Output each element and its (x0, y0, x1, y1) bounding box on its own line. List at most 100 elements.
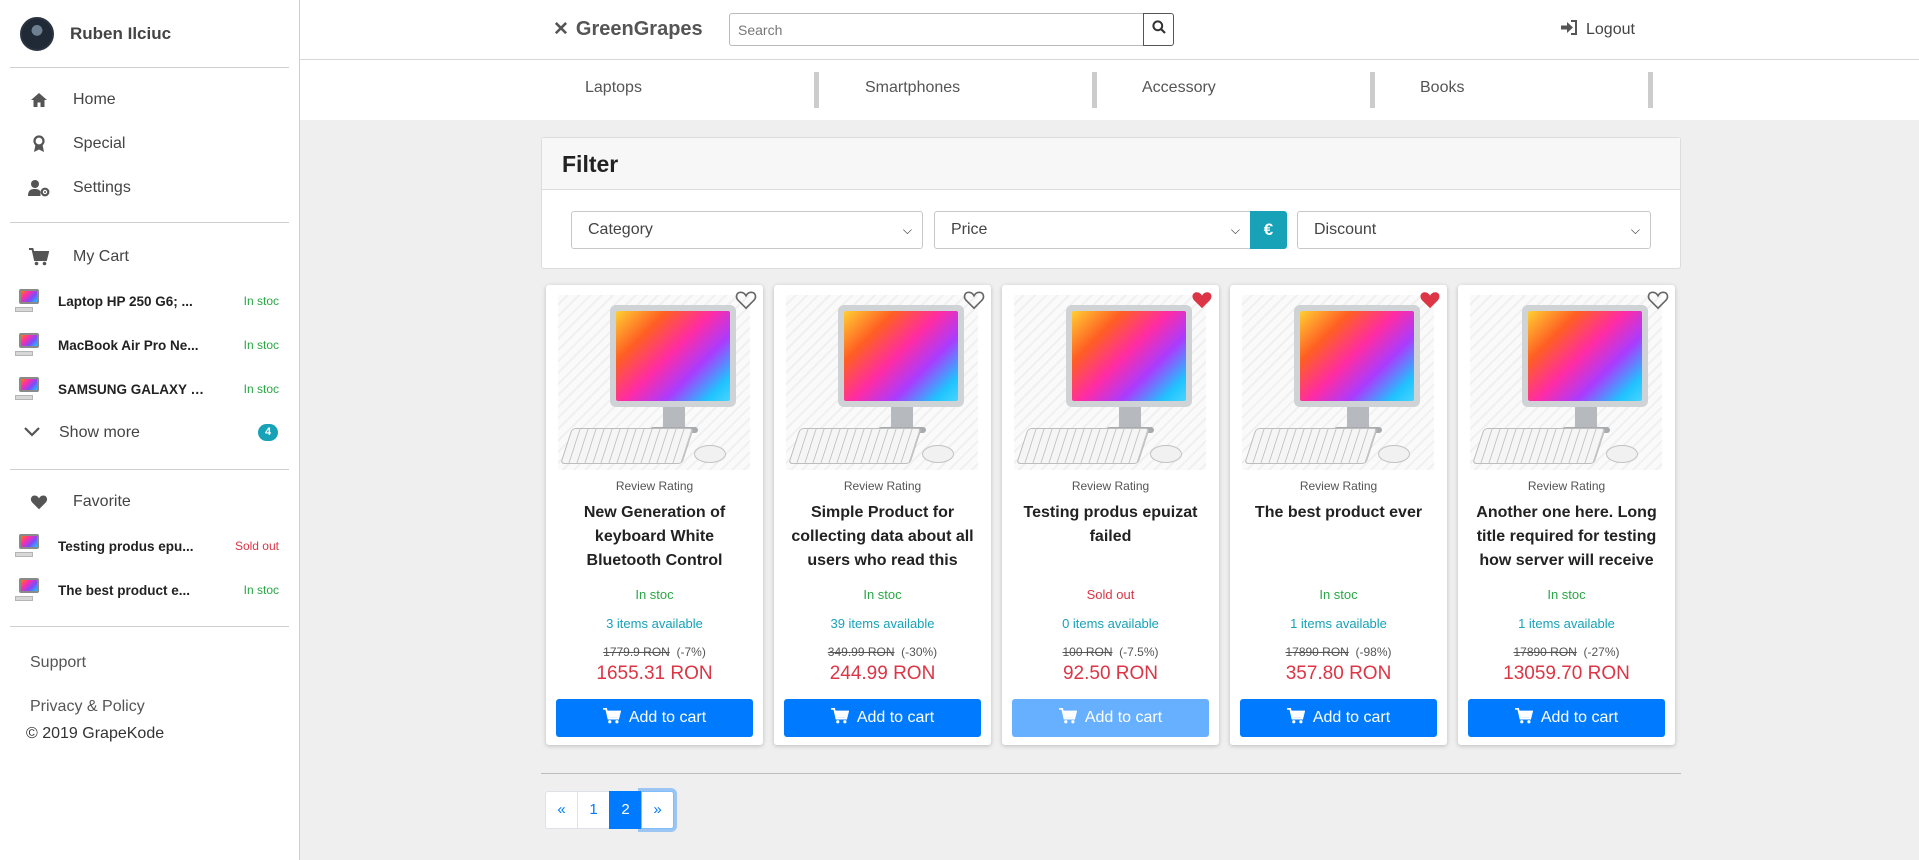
show-more-label: Show more (59, 424, 140, 441)
items-available: 1 items available (1290, 616, 1387, 631)
product-title[interactable]: Simple Product for collecting data about… (784, 501, 981, 573)
product-card[interactable]: Review Rating Another one here. Long tit… (1458, 285, 1675, 745)
product-thumbnail (14, 532, 42, 560)
sidebar-item-label: Home (73, 91, 116, 108)
cart-item-status: In stoc (243, 382, 279, 396)
product-card[interactable]: Review Rating New Generation of keyboard… (546, 285, 763, 745)
pagination-next[interactable]: » (641, 791, 674, 829)
heart-filled-icon[interactable] (1419, 290, 1441, 315)
favorite-list-item[interactable]: The best product e... In stoc (0, 568, 299, 612)
sidebar-item-my-cart[interactable]: My Cart (0, 235, 299, 279)
cart-icon (830, 707, 849, 729)
pagination-prev[interactable]: « (545, 791, 578, 829)
cart-list-item[interactable]: Laptop HP 250 G6; ... In stoc (0, 279, 299, 323)
review-rating-label: Review Rating (843, 479, 922, 493)
category-books[interactable]: Books (1379, 72, 1653, 108)
sidebar-item-favorite[interactable]: Favorite (0, 480, 299, 524)
search-button[interactable] (1143, 13, 1174, 46)
heart-outline-icon[interactable] (963, 290, 985, 315)
review-rating-label: Review Rating (1071, 479, 1150, 493)
pagination-page-2[interactable]: 2 (609, 791, 642, 829)
filter-panel: Filter Category ⌵ Price ⌵ € Discount ⌵ (541, 137, 1681, 269)
product-thumbnail (14, 331, 42, 359)
old-price: 17890 RON (1513, 645, 1577, 659)
category-select-value: Category (588, 221, 653, 238)
sidebar-item-settings[interactable]: Settings (0, 166, 299, 210)
sidebar-item-home[interactable]: Home (0, 78, 299, 122)
home-icon (28, 90, 50, 110)
search-input[interactable] (729, 13, 1143, 46)
add-to-cart-button[interactable]: Add to cart (784, 699, 981, 737)
user-profile[interactable]: Ruben Ilciuc (0, 0, 299, 67)
cart-icon (602, 707, 621, 729)
old-price-line: 100 RON (-7.5%) (1002, 645, 1219, 659)
avatar[interactable] (20, 16, 54, 51)
price-select-value: Price (951, 221, 988, 238)
discount-select-value: Discount (1314, 221, 1377, 238)
brand-logo[interactable]: ✕ GreenGrapes (553, 18, 703, 41)
cart-list-item[interactable]: SAMSUNG GALAXY J6 ... In stoc (0, 367, 299, 411)
sidebar-item-label: Special (73, 135, 126, 152)
filter-title: Filter (542, 138, 1680, 190)
logout-button[interactable]: Logout (1561, 20, 1635, 40)
product-price: 1655.31 RON (596, 663, 713, 684)
heart-outline-icon[interactable] (735, 290, 757, 315)
stock-status: In stoc (635, 587, 674, 602)
cart-list-item[interactable]: MacBook Air Pro Ne... In stoc (0, 323, 299, 367)
discount-percent: (-7%) (676, 645, 706, 659)
items-available: 1 items available (1518, 616, 1615, 631)
show-more-button[interactable]: Show more 4 (0, 411, 299, 455)
product-image[interactable] (1014, 295, 1206, 470)
product-image[interactable] (786, 295, 978, 470)
heart-outline-icon[interactable] (1647, 290, 1669, 315)
product-price: 13059.70 RON (1503, 663, 1630, 684)
add-to-cart-button[interactable]: Add to cart (1468, 699, 1665, 737)
category-smartphones[interactable]: Smartphones (823, 72, 1097, 108)
old-price: 17890 RON (1285, 645, 1349, 659)
product-card[interactable]: Review Rating Testing produs epuizat fai… (1002, 285, 1219, 745)
sidebar-item-special[interactable]: Special (0, 122, 299, 166)
old-price-line: 17890 RON (-27%) (1458, 645, 1675, 659)
product-title[interactable]: Testing produs epuizat failed (1012, 501, 1209, 573)
old-price-line: 349.99 RON (-30%) (774, 645, 991, 659)
chevron-down-icon (24, 424, 40, 442)
add-to-cart-button[interactable]: Add to cart (1240, 699, 1437, 737)
discount-percent: (-30%) (901, 645, 938, 659)
discount-percent: (-27%) (1583, 645, 1620, 659)
old-price-line: 17890 RON (-98%) (1230, 645, 1447, 659)
category-select[interactable]: Category ⌵ (571, 211, 923, 249)
privacy-policy-link[interactable]: Privacy & Policy (0, 685, 299, 729)
add-to-cart-button[interactable]: Add to cart (556, 699, 753, 737)
add-to-cart-button[interactable]: Add to cart (1012, 699, 1209, 737)
sidebar-item-label: Favorite (73, 493, 131, 510)
sign-out-icon (1561, 20, 1578, 40)
pagination: « 1 2 » (545, 791, 674, 829)
product-title[interactable]: New Generation of keyboard White Bluetoo… (556, 501, 753, 573)
product-card[interactable]: Review Rating Simple Product for collect… (774, 285, 991, 745)
discount-select[interactable]: Discount ⌵ (1297, 211, 1651, 249)
user-name: Ruben Ilciuc (70, 23, 172, 43)
product-title[interactable]: Another one here. Long title required fo… (1468, 501, 1665, 573)
favorite-item-status: In stoc (243, 583, 279, 597)
product-card[interactable]: Review Rating The best product ever In s… (1230, 285, 1447, 745)
support-link[interactable]: Support (0, 641, 299, 685)
add-to-cart-label: Add to cart (628, 709, 707, 726)
favorite-item-name: The best product e... (58, 582, 191, 598)
category-accessory[interactable]: Accessory (1101, 72, 1375, 108)
sidebar-item-label: My Cart (73, 248, 129, 265)
product-image[interactable] (1470, 295, 1662, 470)
items-available: 0 items available (1062, 616, 1159, 631)
add-to-cart-label: Add to cart (1084, 709, 1163, 726)
stock-status: In stoc (863, 587, 902, 602)
favorite-list-item[interactable]: Testing produs epu... Sold out (0, 524, 299, 568)
category-laptops[interactable]: Laptops (545, 72, 819, 108)
product-title[interactable]: The best product ever (1240, 501, 1437, 573)
product-thumbnail (14, 375, 42, 403)
heart-filled-icon[interactable] (1191, 290, 1213, 315)
pagination-page-1[interactable]: 1 (577, 791, 610, 829)
logout-label: Logout (1586, 21, 1635, 38)
product-image[interactable] (1242, 295, 1434, 470)
price-select[interactable]: Price ⌵ (934, 211, 1251, 249)
currency-button[interactable]: € (1250, 211, 1287, 249)
product-image[interactable] (558, 295, 750, 470)
